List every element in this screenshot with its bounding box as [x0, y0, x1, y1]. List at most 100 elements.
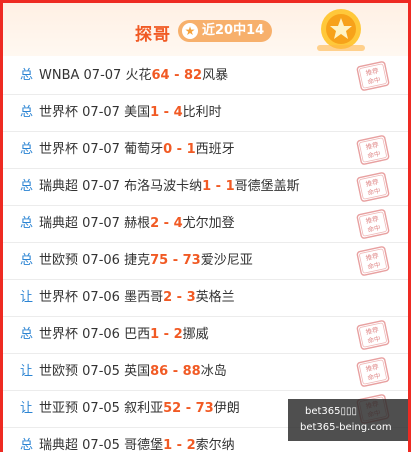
list-item[interactable]: 总瑞典超 07-07 布洛马波卡纳1 - 1哥德堡盖斯 推荐 命中: [3, 169, 408, 206]
match-info: 世界杯 07-07 葡萄牙0 - 1西班牙: [39, 132, 235, 168]
tipster-name[interactable]: 探哥: [135, 20, 171, 45]
away-team: 爱沙尼亚: [200, 253, 253, 268]
away-score: 2: [186, 438, 196, 452]
away-score: 4: [173, 105, 183, 120]
home-team: 墨西哥: [124, 290, 164, 305]
match-info: 世界杯 07-06 墨西哥2 - 3英格兰: [39, 280, 235, 316]
away-score: 73: [182, 253, 201, 268]
score-separator: -: [211, 179, 226, 194]
watermark: bet365▯▯▯ bet365-being.com: [288, 399, 408, 441]
home-team: 巴西: [124, 327, 151, 342]
home-team: 葡萄牙: [124, 142, 164, 157]
list-item[interactable]: 总世界杯 07-07 美国1 - 4比利时: [3, 95, 408, 132]
score-separator: -: [172, 438, 187, 452]
away-score: 2: [173, 327, 183, 342]
score-separator: -: [168, 364, 183, 379]
score-separator: -: [181, 401, 196, 416]
match-date: 07-07: [82, 105, 120, 120]
home-score: 1: [150, 327, 160, 342]
away-score: 73: [195, 401, 214, 416]
match-date: 07-07: [82, 216, 120, 231]
home-team: 英国: [124, 364, 151, 379]
home-team: 哥德堡: [124, 438, 164, 452]
home-team: 火花: [125, 68, 152, 83]
home-score: 2: [150, 216, 160, 231]
card-header: 探哥 ★ 近20中14: [3, 3, 408, 56]
league: 世界杯: [39, 290, 79, 305]
home-score: 1: [150, 105, 160, 120]
away-team: 索尔纳: [195, 438, 235, 452]
list-item[interactable]: 总 WNBA 07-07 火花64 - 82风暴 推荐 命中: [3, 58, 408, 95]
score-separator: -: [159, 105, 174, 120]
list-item[interactable]: 总世界杯 07-07 葡萄牙0 - 1西班牙 推荐 命中: [3, 132, 408, 169]
match-info: 世界杯 07-06 巴西1 - 2挪威: [39, 317, 209, 353]
bet-type: 总: [20, 253, 34, 268]
league: 瑞典超: [39, 438, 79, 452]
league: 世欧预: [39, 364, 79, 379]
league: 世欧预: [39, 253, 79, 268]
match-info: 世欧预 07-06 捷克75 - 73爱沙尼亚: [39, 243, 253, 279]
home-score: 0: [163, 142, 173, 157]
match-date: 07-07: [82, 142, 120, 157]
record-badge: ★ 近20中14: [178, 20, 273, 42]
match-date: 07-06: [82, 290, 120, 305]
home-score: 86: [150, 364, 169, 379]
league: 世亚预: [39, 401, 79, 416]
home-score: 1: [202, 179, 212, 194]
away-team: 比利时: [182, 105, 222, 120]
match-info: 瑞典超 07-07 布洛马波卡纳1 - 1哥德堡盖斯: [39, 169, 300, 205]
league: 瑞典超: [39, 179, 79, 194]
away-team: 哥德堡盖斯: [234, 179, 300, 194]
list-item[interactable]: 让世欧预 07-05 英国86 - 88冰岛 推荐 命中: [3, 354, 408, 391]
league: 瑞典超: [39, 216, 79, 231]
tips-list: 总 WNBA 07-07 火花64 - 82风暴 推荐 命中总世界杯 07-07 美国…: [3, 58, 408, 452]
league: WNBA: [39, 68, 80, 83]
list-item[interactable]: 让世界杯 07-06 墨西哥2 - 3英格兰: [3, 280, 408, 317]
match-date: 07-05: [82, 438, 120, 452]
list-item[interactable]: 总世欧预 07-06 捷克75 - 73爱沙尼亚 推荐 命中: [3, 243, 408, 280]
home-team: 美国: [124, 105, 151, 120]
league: 世界杯: [39, 105, 79, 120]
home-team: 赫根: [124, 216, 151, 231]
hit-stamp-icon: 推荐命中: [356, 246, 390, 276]
away-score: 88: [182, 364, 201, 379]
match-date: 07-07: [83, 68, 122, 83]
bet-type: 总: [20, 216, 34, 231]
home-team: 叙利亚: [124, 401, 164, 416]
home-score: 52: [163, 401, 182, 416]
home-team: 布洛马波卡纳: [124, 179, 203, 194]
away-team: 风暴: [202, 68, 229, 83]
away-team: 英格兰: [195, 290, 235, 305]
away-team: 尤尔加登: [182, 216, 235, 231]
away-team: 冰岛: [200, 364, 227, 379]
hit-stamp-icon: 推荐命中: [356, 209, 390, 239]
list-item[interactable]: 总瑞典超 07-07 赫根2 - 4尤尔加登 推荐 命中: [3, 206, 408, 243]
hit-stamp-icon: 推荐命中: [356, 135, 390, 165]
bet-type: 总: [20, 327, 34, 342]
score-separator: -: [168, 253, 183, 268]
bet-type: 让: [20, 401, 34, 416]
watermark-line1: bet365▯▯▯: [305, 406, 358, 417]
score-separator: -: [172, 290, 187, 305]
match-date: 07-06: [82, 253, 120, 268]
star-icon: ★: [182, 23, 198, 39]
match-info: 瑞典超 07-07 赫根2 - 4尤尔加登: [39, 206, 235, 242]
match-info: 瑞典超 07-05 哥德堡1 - 2索尔纳: [39, 428, 235, 452]
home-score: 1: [163, 438, 173, 452]
home-team: 捷克: [124, 253, 151, 268]
match-info: 世亚预 07-05 叙利亚52 - 73伊朗: [39, 391, 240, 427]
list-item[interactable]: 总世界杯 07-06 巴西1 - 2挪威 推荐 命中: [3, 317, 408, 354]
league: 世界杯: [39, 142, 79, 157]
bet-type: 总: [20, 179, 34, 194]
watermark-line2: bet365-being.com: [300, 422, 392, 433]
home-score: 2: [163, 290, 173, 305]
bet-type: 让: [20, 290, 34, 305]
match-info: WNBA 07-07 火花64 - 82风暴: [39, 58, 228, 94]
score-separator: -: [159, 216, 174, 231]
away-team: 西班牙: [195, 142, 235, 157]
match-date: 07-05: [82, 364, 120, 379]
league: 世界杯: [39, 327, 79, 342]
match-info: 世欧预 07-05 英国86 - 88冰岛: [39, 354, 227, 390]
score-separator: -: [172, 142, 187, 157]
away-score: 1: [186, 142, 196, 157]
